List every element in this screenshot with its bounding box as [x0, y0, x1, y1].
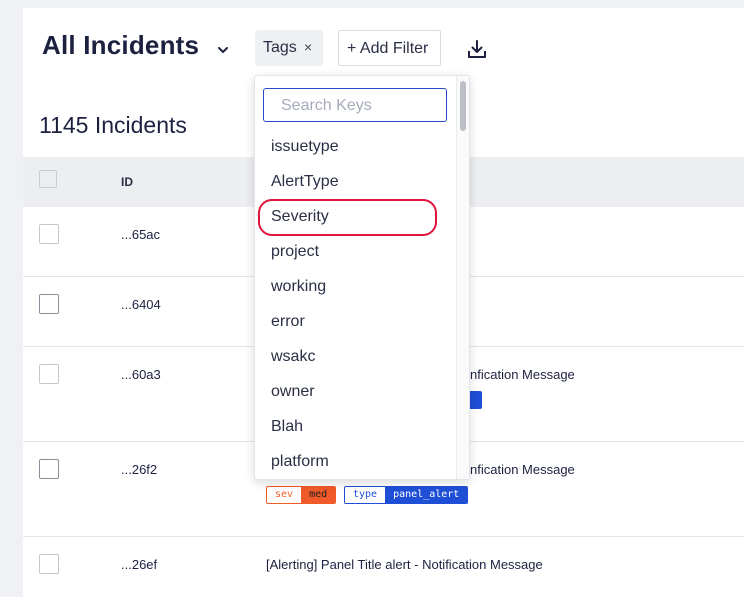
- dropdown-item-label: owner: [271, 383, 315, 400]
- incident-title[interactable]: nfication Message: [470, 367, 575, 382]
- incident-id[interactable]: ...26f2: [121, 462, 157, 477]
- incident-title[interactable]: [Alerting] Panel Title alert - Notificat…: [266, 557, 543, 572]
- incident-count: 1145 Incidents: [39, 112, 187, 138]
- incident-id[interactable]: ...60a3: [121, 367, 161, 382]
- tag-value: med: [301, 487, 336, 503]
- dropdown-item-blah[interactable]: Blah: [255, 411, 455, 446]
- dropdown-item-label: working: [271, 278, 327, 295]
- dropdown-item-alerttype[interactable]: AlertType: [255, 166, 455, 201]
- tag-value: panel_alert: [385, 487, 468, 503]
- tag-badge-sev: sev med: [266, 486, 337, 504]
- dropdown-scrollbar-thumb[interactable]: [460, 81, 466, 131]
- add-filter-label: + Add Filter: [347, 40, 429, 57]
- tags-filter-chip[interactable]: Tags ×: [255, 30, 323, 66]
- incident-id[interactable]: ...65ac: [121, 227, 160, 242]
- download-icon[interactable]: [466, 38, 488, 60]
- dropdown-item-label: error: [271, 313, 305, 330]
- incident-title[interactable]: nfication Message: [470, 462, 575, 477]
- dropdown-item-owner[interactable]: owner: [255, 376, 455, 411]
- search-keys-input[interactable]: Search Keys: [263, 88, 447, 122]
- dropdown-item-error[interactable]: error: [255, 306, 455, 341]
- page-title[interactable]: All Incidents: [42, 30, 199, 61]
- chevron-down-icon[interactable]: [215, 44, 231, 56]
- close-icon[interactable]: ×: [304, 39, 312, 55]
- dropdown-item-label: wsakc: [271, 348, 316, 365]
- tag-key: sev: [267, 487, 302, 503]
- tag-key: type: [345, 487, 386, 503]
- dropdown-item-issuetype[interactable]: issuetype: [255, 131, 455, 166]
- row-checkbox[interactable]: [39, 364, 59, 384]
- column-header-id: ID: [121, 175, 133, 189]
- incident-id[interactable]: ...26ef: [121, 557, 157, 572]
- dropdown-item-working[interactable]: working: [255, 271, 455, 306]
- dropdown-scrollbar[interactable]: [456, 76, 469, 479]
- add-filter-button[interactable]: + Add Filter: [338, 30, 441, 66]
- search-keys-placeholder: Search Keys: [281, 97, 372, 114]
- incident-id[interactable]: ...6404: [121, 297, 161, 312]
- dropdown-item-project[interactable]: project: [255, 236, 455, 271]
- dropdown-item-label: issuetype: [271, 138, 339, 155]
- dropdown-item-platform[interactable]: platform: [255, 446, 455, 479]
- dropdown-item-label: project: [271, 243, 320, 260]
- row-checkbox[interactable]: [39, 459, 59, 479]
- select-all-checkbox[interactable]: [39, 170, 57, 188]
- dropdown-item-label: AlertType: [271, 173, 339, 190]
- row-checkbox[interactable]: [39, 294, 59, 314]
- row-checkbox[interactable]: [39, 554, 59, 574]
- dropdown-item-label: Blah: [271, 418, 304, 435]
- row-divider: [23, 536, 744, 537]
- tags-filter-label: Tags: [263, 39, 297, 56]
- dropdown-item-label: platform: [271, 453, 329, 470]
- dropdown-item-wsakc[interactable]: wsakc: [255, 341, 455, 376]
- severity-highlight-ring: [258, 199, 437, 236]
- row-checkbox[interactable]: [39, 224, 59, 244]
- tag-keys-dropdown: Search Keys issuetype AlertType Severity…: [254, 75, 470, 480]
- tag-badge-type: type panel_alert: [344, 486, 469, 504]
